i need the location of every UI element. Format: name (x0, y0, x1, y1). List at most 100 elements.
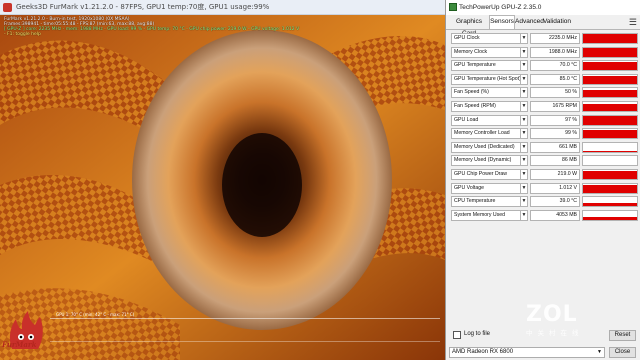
sensor-graph-fill (583, 217, 637, 220)
sensor-value: 4053 MB (530, 209, 580, 221)
sensor-value: 50 % (530, 87, 580, 99)
sensor-graph (582, 73, 638, 85)
sensor-value: 85.0 °C (530, 73, 580, 85)
sensor-graph (582, 101, 638, 112)
gpu-select[interactable]: AMD Radeon RX 6800 ▼ (449, 347, 605, 358)
sensor-dropdown-icon[interactable]: ▼ (521, 114, 528, 126)
sensor-graph (582, 46, 638, 58)
sensor-label: Memory Controller Load (451, 128, 521, 140)
sensor-label: GPU Clock (451, 33, 521, 44)
gpuz-tab-bar: Graphics Card Sensors Advanced Validatio… (446, 15, 640, 37)
reset-button[interactable]: Reset (609, 330, 636, 341)
tab-sensors[interactable]: Sensors (489, 15, 515, 29)
sensor-row: System Memory Used ▼ 4053 MB (451, 209, 638, 221)
sensor-graph-fill (583, 202, 637, 207)
sensor-label: Memory Clock (451, 46, 521, 58)
sensor-label: GPU Temperature (451, 60, 521, 72)
zol-watermark-sub: 中关村在线 (526, 330, 584, 337)
furmark-app-icon (3, 3, 12, 12)
sensor-graph-fill (583, 116, 637, 125)
sensor-graph (582, 209, 638, 221)
temperature-graph (50, 318, 440, 342)
sensor-graph (582, 196, 638, 208)
sensor-dropdown-icon[interactable]: ▼ (521, 101, 528, 112)
sensor-dropdown-icon[interactable]: ▼ (521, 128, 528, 140)
overlay-line-4: - F1: toggle help (4, 32, 41, 37)
sensor-label: Memory Used (Dedicated) (451, 141, 521, 153)
sensor-row: Fan Speed (%) ▼ 50 % (451, 87, 638, 99)
sensor-label: Memory Used (Dynamic) (451, 155, 521, 167)
sensor-label: CPU Temperature (451, 196, 521, 208)
gpuz-titlebar: TechPowerUp GPU-Z 2.35.0 (446, 0, 640, 15)
zol-watermark: ZOL (526, 302, 578, 327)
sensor-graph (582, 33, 638, 44)
sensor-graph-fill (583, 184, 637, 193)
sensor-graph (582, 128, 638, 140)
sensor-graph (582, 141, 638, 153)
furmark-title: Geeks3D FurMark v1.21.2.0 - 87FPS, GPU1 … (16, 3, 270, 11)
sensor-row: Memory Used (Dedicated) ▼ 661 MB (451, 141, 638, 153)
tab-graphics-card[interactable]: Graphics Card (449, 16, 489, 37)
sensor-dropdown-icon[interactable]: ▼ (521, 182, 528, 194)
sensor-row: Memory Controller Load ▼ 99 % (451, 128, 638, 140)
sensor-label: GPU Load (451, 114, 521, 126)
sensor-value: 1988.0 MHz (530, 46, 580, 58)
sensor-graph-fill (583, 90, 637, 98)
menu-icon[interactable]: ☰ (629, 15, 637, 29)
sensor-dropdown-icon[interactable]: ▼ (521, 87, 528, 99)
sensor-row: GPU Temperature (Hot Spot) ▼ 85.0 °C (451, 73, 638, 85)
sensor-label: Fan Speed (%) (451, 87, 521, 99)
sensor-value: 661 MB (530, 141, 580, 153)
sensor-graph-fill (583, 34, 637, 43)
sensor-label: GPU Chip Power Draw (451, 169, 521, 180)
furmark-logo-icon (9, 311, 43, 349)
sensor-graph-fill (583, 129, 637, 139)
sensor-dropdown-icon[interactable]: ▼ (521, 169, 528, 180)
gpu-select-value: AMD Radeon RX 6800 (452, 349, 514, 355)
sensor-graph (582, 182, 638, 194)
sensor-dropdown-icon[interactable]: ▼ (521, 196, 528, 208)
sensor-row: CPU Temperature ▼ 39.0 °C (451, 196, 638, 208)
sensor-graph-fill (583, 103, 637, 111)
sensor-dropdown-icon[interactable]: ▼ (521, 60, 528, 72)
sensor-value: 1.012 V (530, 182, 580, 194)
furmark-titlebar: Geeks3D FurMark v1.21.2.0 - 87FPS, GPU1 … (0, 0, 445, 15)
log-to-file-checkbox[interactable] (453, 331, 461, 339)
overlay-line-3: [ GPU-Z ] core: 2235 MHz - mem: 1988 MHz… (4, 27, 300, 32)
log-to-file-label: Log to file (464, 331, 491, 337)
sensor-graph-fill (583, 151, 637, 152)
tab-validation[interactable]: Validation (541, 16, 573, 28)
sensor-dropdown-icon[interactable]: ▼ (521, 73, 528, 85)
sensor-row: Memory Clock ▼ 1988.0 MHz (451, 46, 638, 58)
furmark-logo-text: FurMark (2, 340, 37, 349)
sensor-value: 1675 RPM (530, 101, 580, 112)
furmark-render-viewport: FurMark v1.21.2.0 - Burn-in test, 1920x1… (0, 15, 445, 360)
sensor-dropdown-icon[interactable]: ▼ (521, 33, 528, 44)
sensor-graph-fill (583, 48, 637, 57)
sensor-value: 97 % (530, 114, 580, 126)
sensor-graph (582, 169, 638, 180)
sensor-label: Fan Speed (RPM) (451, 101, 521, 112)
sensor-label: GPU Voltage (451, 182, 521, 194)
gpuz-app-icon (449, 3, 457, 11)
gpuz-window: TechPowerUp GPU-Z 2.35.0 Graphics Card S… (445, 0, 640, 360)
gpuz-title: TechPowerUp GPU-Z 2.35.0 (459, 4, 542, 11)
sensor-row: Memory Used (Dynamic) ▼ 86 MB (451, 155, 638, 167)
sensor-row: Fan Speed (RPM) ▼ 1675 RPM (451, 101, 638, 112)
furmark-window: Geeks3D FurMark v1.21.2.0 - 87FPS, GPU1 … (0, 0, 445, 360)
sensor-graph-fill (583, 62, 637, 71)
sensor-dropdown-icon[interactable]: ▼ (521, 209, 528, 221)
temperature-graph-label: GPU 1: 70° C (min: 42° C - max: 71° C) (56, 312, 135, 317)
sensor-row: GPU Chip Power Draw ▼ 219.0 W (451, 169, 638, 180)
sensor-dropdown-icon[interactable]: ▼ (521, 46, 528, 58)
sensor-dropdown-icon[interactable]: ▼ (521, 155, 528, 167)
sensor-graph-fill (583, 75, 637, 84)
sensor-value: 99 % (530, 128, 580, 140)
sensor-value: 219.0 W (530, 169, 580, 180)
sensor-row: GPU Voltage ▼ 1.012 V (451, 182, 638, 194)
sensor-graph (582, 87, 638, 99)
chevron-down-icon: ▼ (597, 349, 602, 355)
tab-advanced[interactable]: Advanced (515, 16, 544, 28)
close-button[interactable]: Close (609, 347, 636, 358)
sensor-dropdown-icon[interactable]: ▼ (521, 141, 528, 153)
